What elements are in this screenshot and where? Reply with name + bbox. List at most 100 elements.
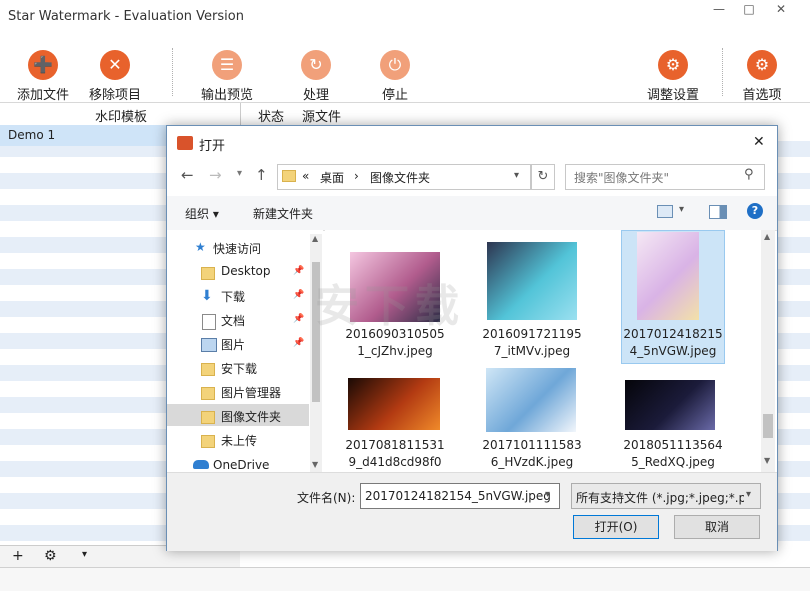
file-name[interactable]: 2017101111583 6_HVzdK.jpeg <box>480 437 584 471</box>
file-scrollbar[interactable]: ▲ ▼ <box>761 230 775 472</box>
file-name[interactable]: 2016091721195 7_itMVv.jpeg <box>480 326 584 360</box>
stop-icon: ⏻ <box>380 50 410 80</box>
process-label: 处理 <box>302 88 329 103</box>
output-preview-button[interactable]: ☰ 输出预览 <box>192 50 262 103</box>
cancel-button[interactable]: 取消 <box>674 515 760 539</box>
pin-icon[interactable]: 📌 <box>293 266 304 276</box>
breadcrumb-desktop[interactable]: 桌面 <box>320 169 344 186</box>
pin-icon[interactable]: 📌 <box>293 314 304 324</box>
process-icon: ↻ <box>301 50 331 80</box>
scroll-down-icon[interactable]: ▼ <box>764 456 770 465</box>
recent-dropdown-icon[interactable]: ▾ <box>237 168 242 179</box>
pictures-icon <box>201 338 217 352</box>
download-icon: ⬇ <box>201 288 213 304</box>
add-file-icon: ➕ <box>28 50 58 80</box>
filename-label: 文件名(N): <box>297 491 356 505</box>
file-name-line: 2017101111583 <box>482 438 582 452</box>
remove-icon: ✕ <box>100 50 130 80</box>
filetype-dropdown-icon[interactable]: ▾ <box>746 489 751 500</box>
file-thumbnail[interactable] <box>486 368 576 448</box>
adjust-settings-button[interactable]: ⚙ 调整设置 <box>638 50 708 103</box>
minimize-button[interactable]: — <box>708 2 730 18</box>
view-dropdown-icon[interactable]: ▾ <box>679 204 684 215</box>
address-bar[interactable]: « 桌面 › 图像文件夹 ▾ <box>277 164 531 190</box>
refresh-icon[interactable]: ↻ <box>531 164 555 190</box>
dialog-bottom-area: 文件名(N): 20170124182154_5nVGW.jpeg ▾ 所有支持… <box>167 472 777 551</box>
nav-downloads[interactable]: 下载 <box>221 288 245 305</box>
new-folder-button[interactable]: 新建文件夹 <box>253 205 313 222</box>
file-name-line: 5_RedXQ.jpeg <box>631 455 715 469</box>
search-placeholder: 搜索"图像文件夹" <box>574 171 670 185</box>
nav-not-uploaded[interactable]: 未上传 <box>221 432 257 449</box>
forward-arrow-icon[interactable]: → <box>209 166 222 184</box>
thumbnail-image <box>625 380 715 430</box>
status-bar <box>0 567 810 591</box>
remove-item-button[interactable]: ✕ 移除项目 <box>80 50 150 103</box>
template-dropdown-icon[interactable]: ▾ <box>82 549 87 560</box>
view-mode-icon[interactable] <box>657 205 673 218</box>
maximize-button[interactable]: □ <box>738 2 760 18</box>
file-name-line: 1_cJZhv.jpeg <box>357 344 433 358</box>
back-arrow-icon[interactable]: ← <box>181 166 194 184</box>
output-preview-label: 输出预览 <box>200 88 253 103</box>
nav-pictures[interactable]: 图片 <box>221 336 245 353</box>
help-icon[interactable]: ? <box>747 203 763 219</box>
scroll-down-icon[interactable]: ▼ <box>312 460 318 469</box>
folder-icon <box>201 411 215 424</box>
folder-icon <box>282 170 296 182</box>
file-scroll-thumb[interactable] <box>763 414 773 438</box>
dialog-title: 打开 <box>199 139 226 154</box>
up-arrow-icon[interactable]: ↑ <box>255 166 268 184</box>
file-name-line: 6_HVzdK.jpeg <box>490 455 574 469</box>
close-window-button[interactable]: ✕ <box>770 2 792 18</box>
stop-button[interactable]: ⏻ 停止 <box>360 50 430 103</box>
file-name-line: 4_5nVGW.jpeg <box>629 344 717 358</box>
file-thumbnail[interactable] <box>487 242 577 322</box>
filetype-select[interactable]: 所有支持文件 (*.jpg;*.jpeg;*.p ▾ <box>571 483 761 509</box>
filename-input[interactable]: 20170124182154_5nVGW.jpeg ▾ <box>360 483 560 509</box>
scroll-up-icon[interactable]: ▲ <box>312 234 318 243</box>
toolbar-separator <box>172 48 174 96</box>
address-dropdown-icon[interactable]: ▾ <box>514 170 519 181</box>
filename-value: 20170124182154_5nVGW.jpeg <box>365 489 551 503</box>
dialog-app-icon <box>177 136 193 150</box>
file-grid: 2016090310505 1_cJZhv.jpeg 2016091721195 7… <box>315 230 775 472</box>
file-name[interactable]: 2017012418215 4_5nVGW.jpeg <box>621 326 725 360</box>
template-column-header[interactable]: 水印模板 <box>95 106 147 125</box>
process-button[interactable]: ↻ 处理 <box>281 50 351 103</box>
add-template-button[interactable]: + <box>12 548 24 564</box>
file-thumbnail[interactable] <box>637 232 699 322</box>
breadcrumb-image-folder[interactable]: 图像文件夹 <box>370 169 430 186</box>
thumbnail-image <box>637 232 699 320</box>
scroll-up-icon[interactable]: ▲ <box>764 232 770 241</box>
status-column-header[interactable]: 状态 <box>258 106 284 125</box>
nav-anxiazai[interactable]: 安下载 <box>221 360 257 377</box>
nav-onedrive[interactable]: OneDrive <box>213 458 269 472</box>
open-file-dialog: 打开 ✕ ← → ▾ ↑ « 桌面 › 图像文件夹 ▾ ↻ 搜索"图像文件夹" … <box>166 125 778 551</box>
preview-pane-icon[interactable] <box>709 205 727 219</box>
source-column-header[interactable]: 源文件 <box>302 106 341 125</box>
dialog-close-button[interactable]: ✕ <box>753 134 765 150</box>
nav-image-folder[interactable]: 图像文件夹 <box>221 408 281 425</box>
nav-desktop[interactable]: Desktop <box>221 264 271 278</box>
preferences-label: 首选项 <box>742 88 782 103</box>
pin-icon[interactable]: 📌 <box>293 290 304 300</box>
search-input[interactable]: 搜索"图像文件夹" ⚲ <box>565 164 765 190</box>
nav-documents[interactable]: 文档 <box>221 312 245 329</box>
pin-icon[interactable]: 📌 <box>293 338 304 348</box>
file-name[interactable]: 2017081811531 9_d41d8cd98f0 <box>343 437 447 471</box>
watermark-text: 安下载 <box>315 281 465 332</box>
breadcrumb-separator: › <box>354 169 359 183</box>
preferences-button[interactable]: ⚙ 首选项 <box>727 50 797 103</box>
open-button[interactable]: 打开(O) <box>573 515 659 539</box>
preferences-icon: ⚙ <box>747 50 777 80</box>
filename-dropdown-icon[interactable]: ▾ <box>545 489 550 500</box>
navigation-pane: ★ 快速访问 Desktop 📌 ⬇ 下载 📌 文档 📌 图片 📌 安下载 图片… <box>167 230 323 472</box>
add-file-button[interactable]: ➕ 添加文件 <box>8 50 78 103</box>
nav-picture-manager[interactable]: 图片管理器 <box>221 384 281 401</box>
file-name[interactable]: 2018051113564 5_RedXQ.jpeg <box>621 437 725 471</box>
nav-quick-access[interactable]: 快速访问 <box>213 240 261 257</box>
organize-button[interactable]: 组织 ▾ <box>185 205 219 222</box>
search-icon[interactable]: ⚲ <box>744 167 754 182</box>
template-settings-icon[interactable]: ⚙ <box>44 548 57 564</box>
